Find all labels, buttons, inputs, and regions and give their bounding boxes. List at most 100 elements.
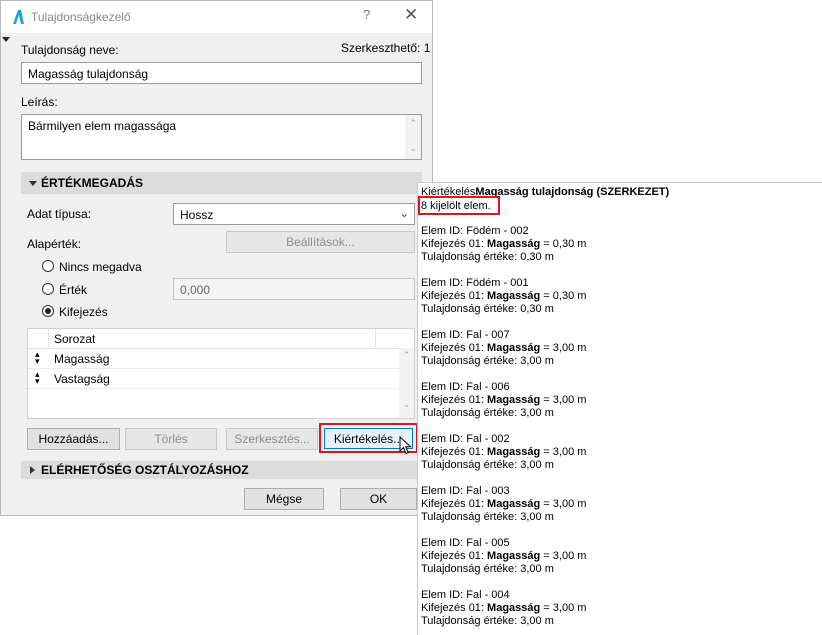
entry-expression: Kifejezés 01: Magasság = 3,00 m — [421, 446, 586, 458]
expression-value: = 0,30 m — [540, 238, 587, 250]
expression-name: Magasság — [487, 342, 541, 354]
expression-value: = 3,00 m — [540, 602, 587, 614]
entry-id: Elem ID: Födém - 002 — [421, 225, 529, 237]
result-title-bold: Magasság tulajdonság (SZERKEZET) — [475, 186, 670, 198]
radio-value-label: Érték — [59, 283, 88, 297]
entry-expression: Kifejezés 01: Magasság = 3,00 m — [421, 550, 586, 562]
expression-name: Magasság — [487, 446, 541, 458]
collapse-arrow-icon[interactable] — [2, 37, 10, 42]
column-header-series: Sorozat — [54, 332, 96, 346]
expression-prefix: Kifejezés 01: — [421, 238, 488, 250]
expression-name: Magasság — [487, 290, 541, 302]
list-item-label: Magasság — [54, 352, 110, 366]
list-item[interactable]: ▴ ▾ Magasság — [28, 349, 400, 369]
entry-value: Tulajdonság értéke: 0,30 m — [421, 303, 554, 315]
expression-prefix: Kifejezés 01: — [421, 394, 488, 406]
expression-name: Magasság — [487, 394, 541, 406]
list-scrollbar[interactable]: ⌃ ⌄ — [399, 348, 414, 418]
entry-expression: Kifejezés 01: Magasság = 0,30 m — [421, 238, 586, 250]
entry-value: Tulajdonság értéke: 3,00 m — [421, 407, 554, 419]
entry-expression: Kifejezés 01: Magasság = 0,30 m — [421, 290, 586, 302]
property-name-input[interactable]: Magasság tulajdonság — [21, 62, 422, 84]
data-type-label: Adat típusa: — [27, 207, 92, 221]
scroll-up-icon[interactable]: ⌃ — [405, 118, 421, 129]
description-textarea[interactable]: Bármilyen elem magassága ⌃ ⌄ — [21, 114, 422, 160]
expression-list: Sorozat ▴ ▾ Magasság ▴ ▾ Vastagság ⌃ ⌄ — [27, 328, 415, 419]
description-value: Bármilyen elem magassága — [28, 119, 177, 133]
expression-name: Magasság — [487, 550, 541, 562]
property-name-value: Magasság tulajdonság — [28, 67, 149, 81]
description-label: Leírás: — [21, 95, 58, 109]
entry-value: Tulajdonság értéke: 3,00 m — [421, 459, 554, 471]
cancel-button[interactable]: Mégse — [244, 488, 324, 510]
sort-arrows-icon[interactable]: ▴ ▾ — [35, 350, 40, 366]
scroll-down-icon[interactable]: ⌄ — [405, 143, 421, 154]
editable-count-label: Szerkeszthető: 1 — [341, 41, 431, 55]
list-item-label: Vastagság — [54, 372, 110, 386]
description-scrollbar[interactable]: ⌃ ⌄ — [405, 115, 421, 159]
radio-expression-label: Kifejezés — [59, 305, 108, 319]
entry-value: Tulajdonság értéke: 3,00 m — [421, 355, 554, 367]
expression-value: = 3,00 m — [540, 446, 587, 458]
expand-arrow-icon — [29, 181, 37, 186]
expression-prefix: Kifejezés 01: — [421, 342, 488, 354]
data-type-value: Hossz — [180, 208, 214, 222]
window-title: Tulajdonságkezelő — [31, 10, 131, 24]
value-input-text: 0,000 — [180, 283, 211, 297]
help-icon[interactable]: ? — [363, 7, 370, 22]
ok-button[interactable]: OK — [340, 488, 417, 510]
entry-id: Elem ID: Fal - 004 — [421, 589, 510, 601]
entry-id: Elem ID: Fal - 007 — [421, 329, 510, 341]
radio-value[interactable] — [42, 283, 54, 295]
entry-expression: Kifejezés 01: Magasság = 3,00 m — [421, 498, 586, 510]
entry-id: Elem ID: Fal - 003 — [421, 485, 510, 497]
expression-value: = 3,00 m — [540, 342, 587, 354]
add-button[interactable]: Hozzáadás... — [27, 428, 120, 450]
entry-expression: Kifejezés 01: Magasság = 3,00 m — [421, 342, 586, 354]
entry-value: Tulajdonság értéke: 3,00 m — [421, 511, 554, 523]
mouse-cursor-icon — [399, 436, 412, 455]
expression-prefix: Kifejezés 01: — [421, 498, 488, 510]
settings-button[interactable]: Beállítások... — [226, 231, 415, 253]
radio-none[interactable] — [42, 260, 54, 272]
value-input[interactable]: 0,000 — [173, 278, 415, 300]
sort-arrows-icon[interactable]: ▴ ▾ — [35, 370, 40, 386]
dropdown-arrow-icon: ⌄ — [399, 208, 409, 220]
title-bar: Tulajdonságkezelő ? ✕ — [1, 1, 432, 33]
highlight-box — [418, 196, 500, 215]
entry-expression: Kifejezés 01: Magasság = 3,00 m — [421, 394, 586, 406]
values-section-title: ÉRTÉKMEGADÁS — [41, 176, 144, 190]
entry-id: Elem ID: Fal - 006 — [421, 381, 510, 393]
radio-expression[interactable] — [42, 305, 54, 317]
scroll-down-icon[interactable]: ⌄ — [399, 399, 414, 410]
expression-name: Magasság — [487, 498, 541, 510]
expression-name: Magasság — [487, 602, 541, 614]
delete-button[interactable]: Törlés — [125, 428, 217, 450]
expression-value: = 3,00 m — [540, 394, 587, 406]
expression-prefix: Kifejezés 01: — [421, 290, 488, 302]
edit-button[interactable]: Szerkesztés... — [226, 428, 318, 450]
entry-value: Tulajdonság értéke: 3,00 m — [421, 615, 554, 627]
scroll-up-icon[interactable]: ⌃ — [399, 350, 414, 361]
evaluation-result-panel: KiértékelésMagasság tulajdonság (SZERKEZ… — [417, 182, 822, 635]
close-icon[interactable]: ✕ — [404, 5, 418, 25]
values-section-header[interactable]: ÉRTÉKMEGADÁS — [21, 172, 422, 194]
list-header: Sorozat — [28, 329, 400, 349]
property-manager-dialog: Tulajdonságkezelő ? ✕ Tulajdonság neve: … — [0, 0, 433, 516]
expression-prefix: Kifejezés 01: — [421, 550, 488, 562]
entry-id: Elem ID: Fal - 002 — [421, 433, 510, 445]
expression-prefix: Kifejezés 01: — [421, 446, 488, 458]
availability-section-header[interactable]: ELÉRHETŐSÉG OSZTÁLYOZÁSHOZ — [21, 461, 422, 479]
expand-arrow-icon — [30, 466, 35, 474]
archicad-logo-icon — [13, 10, 24, 24]
list-item[interactable]: ▴ ▾ Vastagság — [28, 369, 400, 389]
expression-value: = 3,00 m — [540, 498, 587, 510]
expression-prefix: Kifejezés 01: — [421, 602, 488, 614]
availability-section-title: ELÉRHETŐSÉG OSZTÁLYOZÁSHOZ — [41, 463, 249, 477]
data-type-select[interactable]: Hossz ⌄ — [173, 203, 415, 225]
entry-value: Tulajdonság értéke: 3,00 m — [421, 563, 554, 575]
entry-id: Elem ID: Födém - 001 — [421, 277, 529, 289]
expression-name: Magasság — [487, 238, 541, 250]
entry-value: Tulajdonság értéke: 0,30 m — [421, 251, 554, 263]
entry-id: Elem ID: Fal - 005 — [421, 537, 510, 549]
